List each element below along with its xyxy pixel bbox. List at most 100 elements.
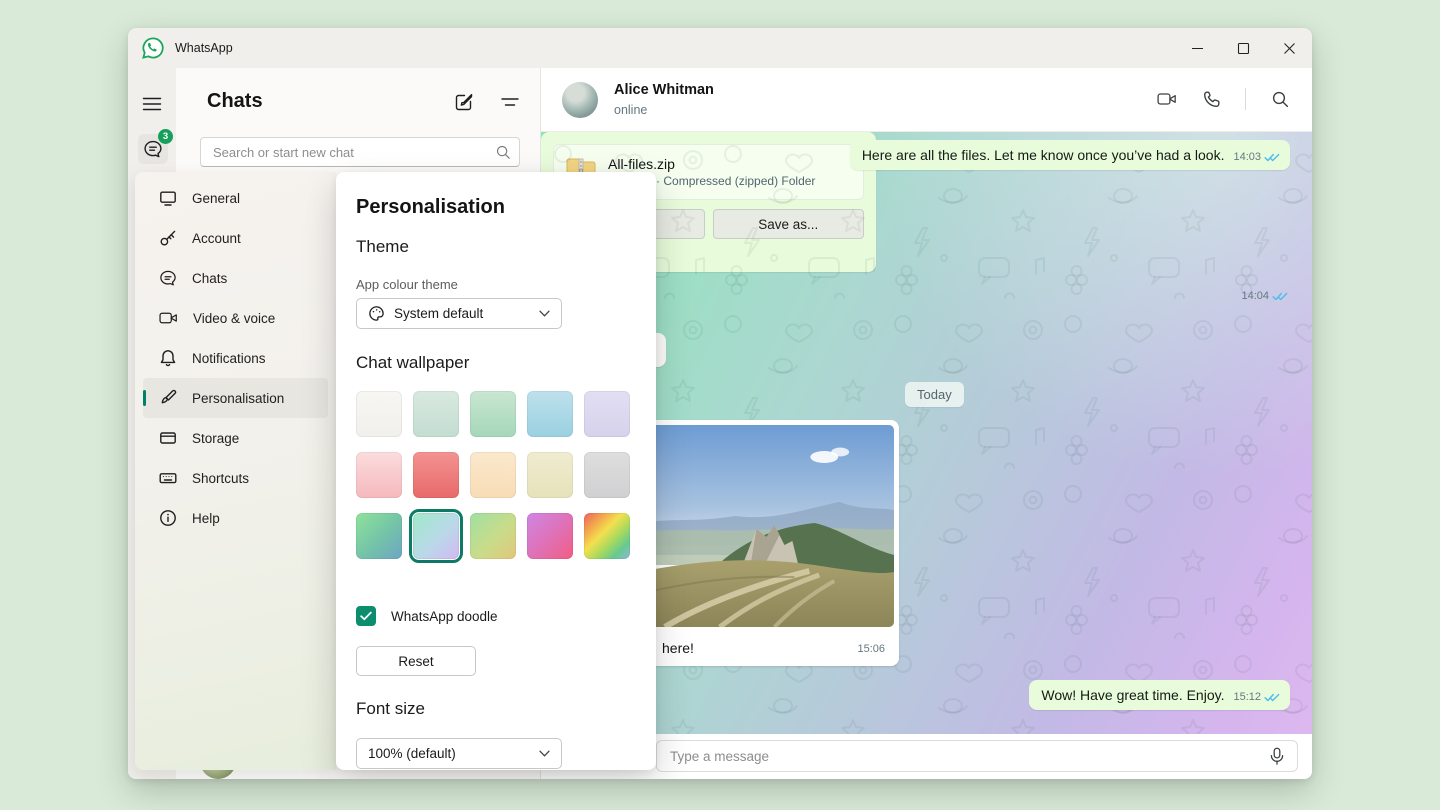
settings-nav-general[interactable]: General [143, 178, 328, 218]
settings-nav-personalisation[interactable]: Personalisation [143, 378, 328, 418]
contact-avatar[interactable] [562, 82, 598, 118]
message-meta: 15:12 [1233, 691, 1280, 703]
chat-area: Alice Whitman online [541, 68, 1312, 779]
chevron-down-icon [539, 310, 550, 317]
chat-bubble-icon [159, 269, 177, 287]
monitor-icon [159, 189, 177, 207]
search-icon [1271, 90, 1289, 108]
mountain-photo[interactable] [625, 425, 894, 627]
new-chat-button[interactable] [454, 92, 474, 112]
settings-nav-label: General [192, 191, 240, 206]
message-outgoing: Here are all the files. Let me know once… [850, 140, 1290, 170]
message-meta: 14:03 [1233, 151, 1280, 163]
settings-nav-help[interactable]: Help [143, 498, 328, 538]
wallpaper-swatch-green-blue[interactable] [356, 513, 402, 559]
header-divider [1245, 88, 1246, 110]
wallpaper-swatch-coral-red[interactable] [413, 452, 459, 498]
chat-header-actions [1157, 88, 1290, 110]
video-camera-icon [159, 310, 178, 326]
search-icon [495, 144, 511, 160]
maximize-button[interactable] [1220, 28, 1266, 68]
wallpaper-swatch-mint-green[interactable] [470, 391, 516, 437]
chat-wallpaper-heading: Chat wallpaper [356, 353, 469, 373]
message-outgoing: Wow! Have great time. Enjoy. 15:12 [1029, 680, 1290, 710]
info-icon [159, 509, 177, 527]
filter-icon [501, 93, 519, 111]
wallpaper-swatch-peach[interactable] [470, 452, 516, 498]
wallpaper-swatch-grey[interactable] [584, 452, 630, 498]
desktop-background: { "titlebar": { "app_title": "WhatsApp" … [0, 0, 1440, 810]
reset-button[interactable]: Reset [356, 646, 476, 676]
settings-nav-label: Personalisation [192, 391, 284, 406]
close-button[interactable] [1266, 28, 1312, 68]
settings-nav-label: Help [192, 511, 220, 526]
doodle-checkbox[interactable] [356, 606, 376, 626]
settings-title: Personalisation [356, 196, 505, 219]
wallpaper-swatch-lavender[interactable] [584, 391, 630, 437]
menu-button[interactable] [142, 94, 162, 114]
chat-wallpaper: Here are all the files. Let me know once… [541, 132, 1312, 734]
date-divider: Today [905, 382, 964, 407]
message-time: 15:06 [857, 643, 885, 655]
contact-status: online [614, 103, 647, 117]
microphone-icon[interactable] [1269, 747, 1285, 766]
settings-nav-storage[interactable]: Storage [143, 418, 328, 458]
theme-heading: Theme [356, 237, 409, 257]
theme-dropdown[interactable]: System default [356, 298, 562, 329]
wallpaper-swatch-purple-pink[interactable] [527, 513, 573, 559]
message-input-bar [541, 734, 1312, 779]
read-receipt-icon [1264, 692, 1280, 703]
wallpaper-swatch-rainbow[interactable] [584, 513, 630, 559]
message-time: 14:04 [1241, 290, 1269, 302]
settings-nav-account[interactable]: Account [143, 218, 328, 258]
app-colour-theme-label: App colour theme [356, 277, 458, 292]
settings-nav-notifications[interactable]: Notifications [143, 338, 328, 378]
contact-name: Alice Whitman [614, 82, 714, 98]
phone-icon [1202, 90, 1221, 109]
image-caption: here! [662, 640, 694, 656]
video-call-button[interactable] [1157, 89, 1177, 109]
settings-nav-shortcuts[interactable]: Shortcuts [143, 458, 328, 498]
settings-nav-label: Account [192, 231, 241, 246]
settings-nav-label: Shortcuts [192, 471, 249, 486]
settings-nav-label: Notifications [192, 351, 266, 366]
message-time: 14:03 [1233, 151, 1261, 163]
wallpaper-swatch-pink[interactable] [356, 452, 402, 498]
filter-chats-button[interactable] [500, 92, 520, 112]
read-receipt-icon [1272, 291, 1288, 302]
settings-nav-video-voice[interactable]: Video & voice [143, 298, 328, 338]
minimize-button[interactable] [1174, 28, 1220, 68]
chat-header: Alice Whitman online [541, 68, 1312, 132]
wallpaper-swatch-mint-lavender[interactable] [413, 513, 459, 559]
font-size-heading: Font size [356, 699, 425, 719]
window-controls [1174, 28, 1312, 68]
read-receipt-icon [1264, 152, 1280, 163]
settings-nav-chats[interactable]: Chats [143, 258, 328, 298]
settings-nav-label: Storage [192, 431, 239, 446]
message-input[interactable] [656, 740, 1298, 772]
close-icon [1283, 42, 1296, 55]
search-in-chat-button[interactable] [1270, 89, 1290, 109]
wallpaper-swatch-cream[interactable] [527, 452, 573, 498]
search-input[interactable] [200, 137, 520, 167]
chats-nav-button[interactable]: 3 [138, 134, 168, 164]
message-time: 15:12 [1233, 691, 1261, 703]
wallpaper-swatch-sage[interactable] [413, 391, 459, 437]
wallpaper-swatch-green-yellow[interactable] [470, 513, 516, 559]
doodle-checkbox-label: WhatsApp doodle [391, 609, 498, 624]
settings-nav-label: Chats [192, 271, 227, 286]
unread-count-badge: 3 [158, 129, 173, 144]
font-size-dropdown[interactable]: 100% (default) [356, 738, 562, 769]
wallpaper-swatch-sky-blue[interactable] [527, 391, 573, 437]
video-camera-icon [1157, 90, 1177, 108]
voice-call-button[interactable] [1201, 89, 1221, 109]
message-text: Wow! Have great time. Enjoy. [1041, 687, 1224, 703]
paintbrush-icon [159, 389, 177, 407]
app-title: WhatsApp [175, 41, 233, 55]
message-text: Here are all the files. Let me know once… [862, 147, 1225, 163]
wallpaper-swatch-grid [356, 391, 630, 559]
wallpaper-swatch-default-light[interactable] [356, 391, 402, 437]
storage-card-icon [159, 429, 177, 447]
compose-icon [454, 92, 474, 112]
minimize-icon [1191, 42, 1204, 55]
